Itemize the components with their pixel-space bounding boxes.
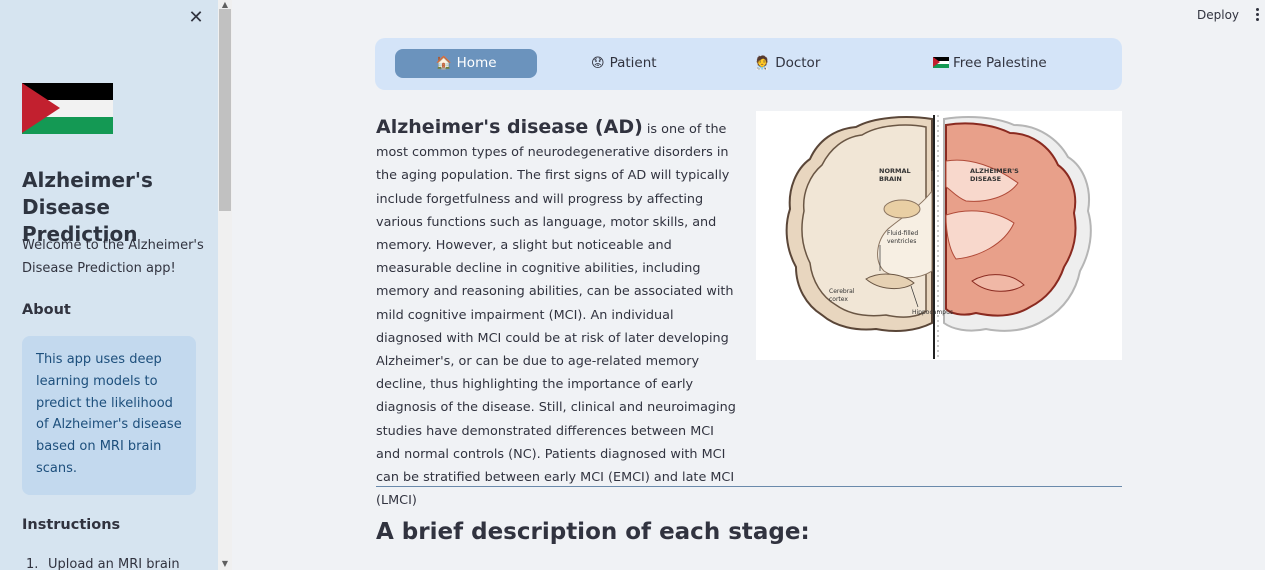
top-nav: 🏠 Home 😟 Patient 🧑‍⚕️ Doctor Free Palestine [375,38,1122,90]
main-menu-icon[interactable] [1253,8,1261,24]
ad-description: Alzheimer's disease (AD) is one of the m… [376,116,741,512]
about-info-box: This app uses deep learning models to pr… [22,336,196,495]
about-heading: About [22,302,71,318]
label-brain: BRAIN [879,175,902,183]
ad-body-text: is one of the most common types of neuro… [376,122,736,509]
sidebar: ✕ Alzheimer's Disease Prediction Welcome… [0,0,218,570]
nav-item-label: Home [456,55,497,71]
ad-lead-term: Alzheimer's disease (AD) [376,116,643,138]
palestine-flag-icon [933,57,949,68]
instruction-text: Upload an MRI brain [48,557,180,570]
label-fluid-filled: Fluid-filled [887,230,918,237]
label-cerebral: Cerebral [829,288,855,295]
nav-item-free-palestine[interactable]: Free Palestine [933,49,1047,78]
label-normal: NORMAL [879,167,911,175]
instructions-heading: Instructions [22,517,121,533]
about-info-text: This app uses deep learning models to pr… [36,352,182,476]
label-alzheimers: ALZHEIMER'S [970,167,1019,175]
nav-item-doctor[interactable]: 🧑‍⚕️ Doctor [754,49,820,78]
doctor-icon: 🧑‍⚕️ [754,56,771,71]
sidebar-scrollbar[interactable]: ▲ ▼ [218,0,232,570]
scroll-down-arrow-icon[interactable]: ▼ [218,559,232,569]
palestine-flag-image [22,83,113,134]
nav-item-label: Free Palestine [953,55,1047,71]
house-icon: 🏠 [435,56,452,71]
label-hippocampus: Hippocampus [912,309,953,316]
label-ventricles: ventricles [887,238,916,245]
brain-comparison-image: NORMAL BRAIN ALZHEIMER'S DISEASE Fluid-f… [756,111,1122,360]
section-divider [376,486,1122,487]
nav-item-home[interactable]: 🏠 Home [395,49,537,78]
deploy-button[interactable]: Deploy [1197,8,1239,22]
label-cortex: cortex [829,296,848,303]
nav-item-label: Doctor [775,55,821,71]
nav-item-label: Patient [609,55,657,71]
close-sidebar-icon[interactable]: ✕ [186,8,206,28]
worried-face-icon: 😟 [591,56,605,71]
instruction-number: 1. [26,557,39,570]
scrollbar-thumb[interactable] [219,9,231,211]
stages-heading: A brief description of each stage: [376,519,810,545]
sidebar-welcome-text: Welcome to the Alzheimer's Disease Predi… [22,238,204,276]
instruction-item: 1. Upload an MRI brain [26,557,180,570]
label-disease: DISEASE [970,175,1001,183]
nav-item-patient[interactable]: 😟 Patient [591,49,657,78]
